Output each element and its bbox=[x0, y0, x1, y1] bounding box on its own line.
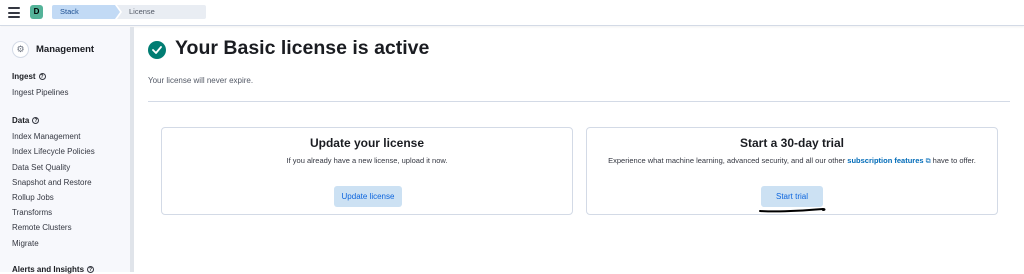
hamburger-menu-icon[interactable] bbox=[8, 7, 20, 18]
sidebar-item-remote-clusters[interactable]: Remote Clusters bbox=[12, 223, 72, 232]
sidebar-group-label: Ingest bbox=[12, 72, 36, 81]
sidebar-item-snapshot-and-restore[interactable]: Snapshot and Restore bbox=[12, 178, 92, 187]
check-circle-icon bbox=[148, 41, 166, 59]
trial-description-text: Experience what machine learning, advanc… bbox=[608, 156, 848, 165]
underline-annotation bbox=[759, 207, 826, 213]
sidebar-item-index-lifecycle-policies[interactable]: Index Lifecycle Policies bbox=[12, 147, 95, 156]
license-expiry-text: Your license will never expire. bbox=[148, 76, 254, 85]
sidebar-group-ingest: Ingest ? bbox=[12, 72, 46, 81]
card-description: If you already have a new license, uploa… bbox=[286, 156, 448, 165]
update-license-button[interactable]: Update license bbox=[334, 186, 402, 207]
sidebar-group-data: Data ? bbox=[12, 116, 40, 125]
question-icon[interactable]: ? bbox=[38, 73, 46, 80]
breadcrumb: Stack Management License management bbox=[52, 5, 206, 19]
sidebar-item-rollup-jobs[interactable]: Rollup Jobs bbox=[12, 193, 54, 202]
update-license-card: Update your license If you already have … bbox=[161, 127, 573, 215]
page-title: Your Basic license is active bbox=[175, 37, 430, 59]
gear-icon: ⚙ bbox=[12, 41, 29, 58]
sidebar-group-label: Alerts and Insights bbox=[12, 265, 85, 274]
start-trial-button[interactable]: Start trial bbox=[761, 186, 823, 207]
card-title: Update your license bbox=[309, 136, 425, 150]
sidebar-header: ⚙ Management bbox=[12, 41, 94, 58]
subscription-features-link[interactable]: subscription features bbox=[847, 156, 923, 165]
start-trial-card: Start a 30-day trial Experience what mac… bbox=[586, 127, 998, 215]
sidebar-scrollbar[interactable] bbox=[130, 27, 134, 272]
question-icon[interactable]: ? bbox=[32, 117, 40, 124]
sidebar-item-transforms[interactable]: Transforms bbox=[12, 208, 52, 217]
sidebar-item-ingest-pipelines[interactable]: Ingest Pipelines bbox=[12, 88, 68, 97]
trial-description-text-end: have to offer. bbox=[930, 156, 976, 165]
sidebar-group-alerts: Alerts and Insights ? bbox=[12, 265, 95, 274]
sidebar-item-index-management[interactable]: Index Management bbox=[12, 132, 81, 141]
breadcrumb-license-management: License management bbox=[117, 5, 206, 19]
divider bbox=[148, 101, 1010, 102]
space-avatar[interactable]: D bbox=[30, 5, 43, 19]
sidebar-item-data-set-quality[interactable]: Data Set Quality bbox=[12, 163, 70, 172]
sidebar-title: Management bbox=[36, 44, 95, 55]
card-description: Experience what machine learning, advanc… bbox=[601, 155, 983, 167]
card-title: Start a 30-day trial bbox=[739, 136, 845, 150]
breadcrumb-stack-management[interactable]: Stack Management bbox=[52, 5, 120, 19]
top-header: D Stack Management License management bbox=[0, 0, 1024, 26]
sidebar-group-label: Data bbox=[12, 116, 30, 125]
sidebar-item-migrate[interactable]: Migrate bbox=[12, 239, 39, 248]
